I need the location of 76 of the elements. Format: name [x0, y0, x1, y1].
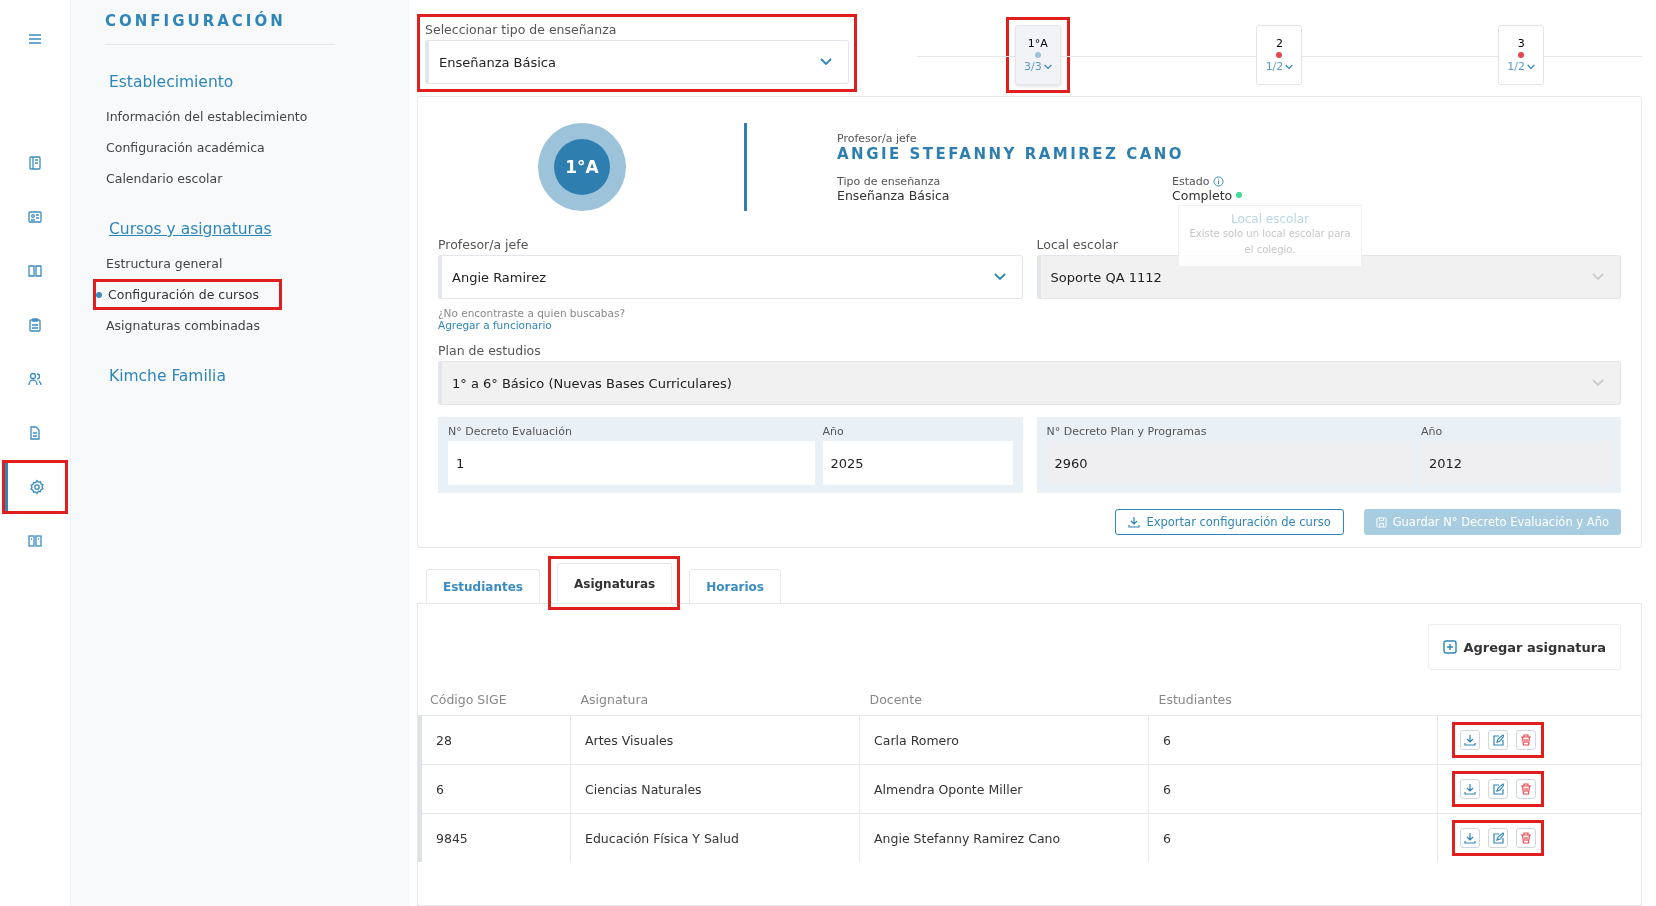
download-icon[interactable] — [1460, 828, 1480, 848]
table-cell: Ciencias Naturales — [585, 781, 702, 797]
info-value: Completo — [1172, 187, 1233, 203]
table-cell: Educación Física Y Salud — [585, 830, 739, 846]
download-icon[interactable] — [1460, 730, 1480, 750]
type-select[interactable]: Enseñanza Básica — [425, 40, 849, 84]
status-dot — [1236, 192, 1243, 198]
info-value: Enseñanza Básica — [837, 187, 950, 203]
sidebar-item[interactable]: Información del establecimiento — [106, 106, 308, 127]
field-label: N° Decreto Evaluación — [448, 425, 572, 438]
download-icon[interactable] — [1460, 779, 1480, 799]
field-label: Profesor/a jefe — [438, 237, 529, 252]
tab[interactable]: Estudiantes — [426, 569, 540, 603]
info-label: Estado — [1172, 174, 1210, 188]
sidebar-item[interactable]: Configuración de cursos — [96, 284, 259, 305]
export-button[interactable]: Exportar configuración de curso — [1115, 509, 1344, 535]
course-step[interactable]: 1°A 3/3 — [1014, 25, 1061, 85]
field-label: Plan de estudios — [438, 343, 541, 358]
field-label: N° Decreto Plan y Programas — [1046, 425, 1207, 438]
sidebar-section[interactable]: Establecimiento — [109, 73, 234, 91]
info-label: Tipo de enseñanza — [837, 174, 941, 188]
field-label: Local escolar — [1036, 237, 1118, 252]
table-cell: Angie Stefanny Ramirez Cano — [874, 830, 1061, 846]
teacher-name: ANGIE STEFANNY RAMIREZ CANO — [837, 144, 1185, 163]
course-step[interactable]: 3 1/2 — [1498, 25, 1545, 85]
chevron-down-icon — [820, 58, 832, 66]
table-cell: 28 — [436, 732, 452, 748]
info-label: Profesor/a jefe — [837, 131, 917, 145]
table-cell: 6 — [436, 781, 444, 797]
chevron-down-icon — [1527, 62, 1535, 71]
table-cell: Almendra Oponte Miller — [874, 781, 1023, 797]
table-cell: 6 — [1163, 732, 1171, 748]
tab[interactable]: Horarios — [689, 569, 781, 603]
column-header: Estudiantes — [1158, 692, 1232, 707]
chevron-down-icon — [1592, 273, 1604, 281]
add-subject-button[interactable]: Agregar asignatura — [1428, 624, 1621, 670]
table-cell: Carla Romero — [874, 732, 959, 748]
delete-icon[interactable] — [1516, 779, 1536, 799]
column-header: Asignatura — [580, 692, 649, 707]
chevron-down-icon — [1592, 379, 1604, 387]
course-badge: 1°A — [538, 123, 626, 211]
edit-icon[interactable] — [1488, 779, 1508, 799]
teacher-select[interactable]: Angie Ramirez — [438, 255, 1023, 299]
column-header: Docente — [869, 692, 922, 707]
sidebar-item[interactable]: Configuración académica — [106, 137, 265, 158]
sidebar-section[interactable]: Cursos y asignaturas — [109, 220, 272, 238]
chevron-down-icon — [1285, 62, 1294, 71]
delete-icon[interactable] — [1516, 730, 1536, 750]
sidebar-item[interactable]: Asignaturas combinadas — [106, 315, 260, 336]
delete-icon[interactable] — [1516, 828, 1536, 848]
save-icon — [1375, 516, 1387, 528]
tab[interactable]: Asignaturas — [557, 563, 673, 603]
table-cell: 9845 — [436, 830, 468, 846]
sidebar-title: CONFIGURACIÓN — [105, 12, 286, 32]
sidebar-item[interactable]: Estructura general — [106, 253, 223, 274]
column-header: Código SIGE — [430, 692, 507, 707]
hint-text: ¿No encontraste a quien buscabas? — [438, 307, 625, 319]
chevron-down-icon — [1043, 62, 1052, 71]
edit-icon[interactable] — [1488, 828, 1508, 848]
edit-icon[interactable] — [1488, 730, 1508, 750]
download-icon — [1128, 516, 1141, 528]
field-label: Año — [1421, 425, 1443, 438]
field-label: Año — [822, 425, 844, 438]
table-cell: Artes Visuales — [585, 732, 674, 748]
sidebar-item[interactable]: Calendario escolar — [106, 168, 223, 189]
table-cell: 6 — [1163, 830, 1171, 846]
year-input[interactable]: 2025 — [822, 441, 1013, 485]
add-icon — [1443, 640, 1458, 654]
info-icon — [1213, 175, 1225, 187]
course-step[interactable]: 2 1/2 — [1256, 25, 1303, 85]
sidebar-section[interactable]: Kimche Familia — [109, 367, 226, 385]
field-label: Seleccionar tipo de enseñanza — [425, 22, 617, 37]
add-staff-link[interactable]: Agregar a funcionario — [438, 319, 552, 331]
table-cell: 6 — [1163, 781, 1171, 797]
chevron-down-icon — [993, 273, 1006, 281]
decree-input[interactable]: 1 — [448, 441, 815, 485]
